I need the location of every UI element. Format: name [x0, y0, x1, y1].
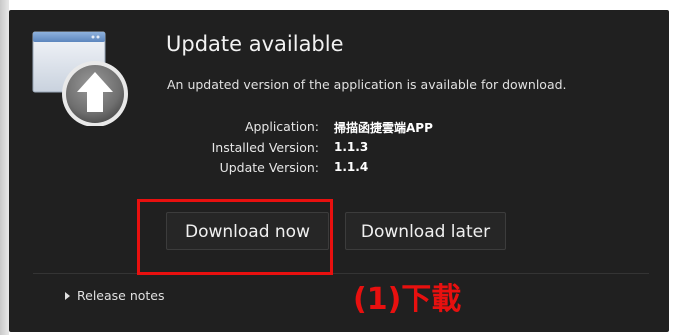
installed-version-value: 1.1.3	[334, 140, 369, 154]
update-version-label: Update Version:	[219, 160, 319, 175]
installed-version-label: Installed Version:	[211, 140, 319, 155]
highlight-box	[137, 199, 333, 275]
dialog-title: Update available	[166, 32, 344, 56]
application-value: 掃描函捷雲端APP	[334, 121, 433, 135]
update-app-icon	[32, 31, 128, 126]
annotation-label: (1)下載	[353, 282, 462, 317]
divider	[33, 273, 649, 274]
release-notes-toggle[interactable]: Release notes	[65, 288, 165, 303]
update-message: An updated version of the application is…	[167, 77, 567, 92]
update-version-value: 1.1.4	[334, 160, 369, 174]
background-strip	[0, 0, 9, 335]
triangle-right-icon	[65, 292, 70, 300]
download-later-button[interactable]: Download later	[345, 212, 506, 250]
screenshot-frame: Update available An updated version of t…	[0, 0, 674, 335]
update-dialog: Update available An updated version of t…	[9, 10, 669, 332]
application-label: Application:	[244, 119, 319, 134]
release-notes-label: Release notes	[77, 288, 165, 303]
